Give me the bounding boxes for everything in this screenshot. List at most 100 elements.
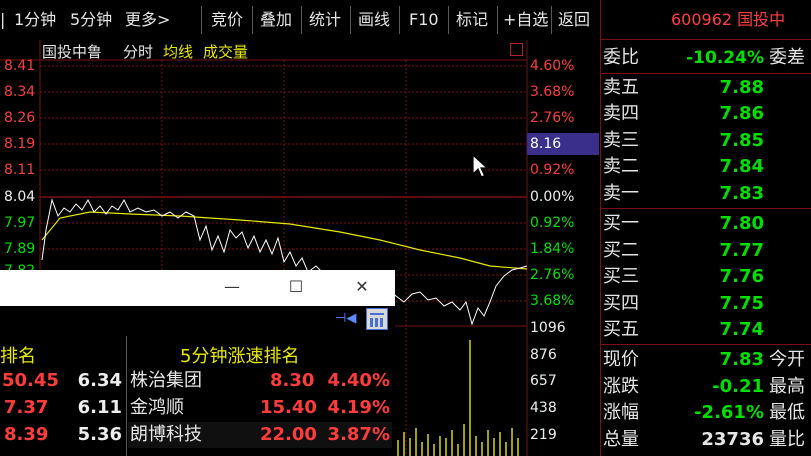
back-button[interactable]: 返回 bbox=[558, 0, 590, 40]
speed-ranking-row[interactable]: 金鸿顺 15.40 4.19% bbox=[128, 395, 392, 421]
row-pct: 6.34 bbox=[77, 370, 122, 391]
toolbar-divider bbox=[301, 6, 302, 34]
volume-label: 876 bbox=[530, 347, 557, 363]
bid-label: 买五 bbox=[603, 319, 639, 340]
close-button[interactable]: ✕ bbox=[342, 270, 382, 306]
stat-label: 涨幅 bbox=[603, 402, 639, 423]
order-ratio-value: -10.24% bbox=[686, 48, 764, 68]
bid-label: 买三 bbox=[603, 266, 639, 287]
divider bbox=[601, 208, 811, 209]
pct-label: 1.84% bbox=[530, 241, 575, 257]
speed-ranking-row[interactable]: 朗博科技 22.00 3.87% bbox=[128, 422, 392, 448]
order-ratio-label: 委比 bbox=[603, 47, 639, 68]
price-label: 8.11 bbox=[4, 162, 36, 178]
more-menu-button[interactable]: 更多> bbox=[125, 0, 170, 40]
bid-row-5: 买五 7.74 bbox=[601, 317, 811, 343]
toolbar-divider bbox=[448, 6, 449, 34]
bid-row-4: 买四 7.75 bbox=[601, 291, 811, 317]
minimize-button[interactable]: — bbox=[212, 270, 252, 306]
bid-label: 买二 bbox=[603, 240, 639, 261]
stat-value: 23736 bbox=[701, 429, 764, 450]
row-pct: 6.11 bbox=[77, 397, 122, 418]
ask-row-1: 卖一 7.83 bbox=[601, 181, 811, 207]
ask-label: 卖五 bbox=[603, 77, 639, 98]
ask-price: 7.88 bbox=[719, 77, 764, 98]
volume-label: 438 bbox=[530, 400, 557, 416]
window-titlebar[interactable]: — ☐ ✕ bbox=[0, 270, 395, 306]
bid-price: 7.75 bbox=[719, 293, 764, 314]
price-label: 8.26 bbox=[4, 110, 36, 126]
pct-label: 2.76% bbox=[530, 110, 575, 126]
row-stock-name: 朗博科技 bbox=[130, 424, 202, 445]
volume-label: 219 bbox=[530, 427, 557, 443]
speed-ranking-row[interactable]: 株治集团 8.30 4.40% bbox=[128, 368, 392, 394]
add-watchlist-button[interactable]: +自选 bbox=[503, 0, 548, 40]
mouse-cursor-icon bbox=[472, 154, 488, 178]
stock-code: 600962 bbox=[671, 10, 733, 29]
ask-price: 7.84 bbox=[719, 156, 764, 177]
quote-panel: 600962 国投中 委比 -10.24% 委差 卖五 7.88 卖四 7.86… bbox=[600, 0, 811, 456]
bid-price: 7.77 bbox=[719, 240, 764, 261]
pct-label: 0.92% bbox=[530, 162, 575, 178]
ranking-window[interactable]: — ☐ ✕ ⊣◀ 排名 5分钟涨速排名 50.45 6.34 7.37 6.11… bbox=[0, 270, 395, 456]
row-price: 22.00 bbox=[260, 424, 317, 445]
maximize-button[interactable]: ☐ bbox=[276, 270, 316, 306]
statistics-button[interactable]: 统计 bbox=[309, 0, 341, 40]
chart-mode-label: 分时 bbox=[123, 43, 154, 61]
pct-label: 3.68% bbox=[530, 84, 575, 100]
stat-row-price: 现价 7.83 今开 bbox=[601, 347, 811, 373]
column-divider bbox=[126, 336, 127, 456]
price-label: 7.97 bbox=[4, 215, 36, 231]
order-diff-label: 委差 bbox=[769, 47, 805, 68]
toolbar-divider bbox=[350, 6, 351, 34]
row-price: 8.30 bbox=[270, 370, 315, 391]
legend-avg-line: 均线 bbox=[163, 43, 194, 61]
ask-label: 卖二 bbox=[603, 156, 639, 177]
draw-line-button[interactable]: 画线 bbox=[358, 0, 390, 40]
auction-button[interactable]: 竞价 bbox=[211, 0, 243, 40]
price-label: 8.41 bbox=[4, 58, 36, 74]
row-price: 7.37 bbox=[4, 397, 49, 418]
left-ranking-row[interactable]: 7.37 6.11 bbox=[0, 395, 126, 421]
pct-label-base: 0.00% bbox=[530, 189, 575, 205]
calculator-icon[interactable] bbox=[366, 308, 388, 330]
toolbar-divider bbox=[551, 6, 552, 34]
tab-5-minute[interactable]: 5分钟 bbox=[70, 0, 112, 40]
ask-row-4: 卖四 7.86 bbox=[601, 101, 811, 127]
row-pct: 5.36 bbox=[77, 424, 122, 445]
toolbar-divider bbox=[399, 6, 400, 34]
toolbar-edge-marker: | bbox=[0, 10, 6, 29]
mark-button[interactable]: 标记 bbox=[456, 0, 488, 40]
volume-label: 657 bbox=[530, 373, 557, 389]
overlay-button[interactable]: 叠加 bbox=[260, 0, 292, 40]
pct-label: 2.76% bbox=[530, 267, 575, 283]
bid-row-2: 买二 7.77 bbox=[601, 238, 811, 264]
pct-label: 4.60% bbox=[530, 58, 575, 74]
ask-label: 卖一 bbox=[603, 183, 639, 204]
bid-price: 7.74 bbox=[719, 319, 764, 340]
bid-price: 7.76 bbox=[719, 266, 764, 287]
row-pct: 3.87% bbox=[327, 424, 390, 445]
f10-button[interactable]: F10 bbox=[409, 0, 439, 40]
chart-expand-icon[interactable] bbox=[510, 43, 523, 56]
row-price: 8.39 bbox=[4, 424, 49, 445]
toolbar-divider bbox=[497, 6, 498, 34]
divider bbox=[601, 73, 811, 74]
cursor-price-tag: 8.16 bbox=[527, 133, 599, 155]
ask-price: 7.85 bbox=[719, 130, 764, 151]
row-stock-name: 金鸿顺 bbox=[130, 397, 184, 418]
stock-name: 国投中 bbox=[737, 10, 786, 29]
stat-row-volume: 总量 23736 量比 bbox=[601, 427, 811, 453]
left-ranking-row[interactable]: 50.45 6.34 bbox=[0, 368, 126, 394]
left-ranking-row[interactable]: 8.39 5.36 bbox=[0, 422, 126, 448]
top-toolbar: | 1分钟 5分钟 更多> 竞价 叠加 统计 画线 F10 标记 +自选 返回 bbox=[0, 0, 600, 40]
stat-row-change: 涨跌 -0.21 最高 bbox=[601, 374, 811, 400]
row-price: 50.45 bbox=[2, 370, 59, 391]
price-label-base: 8.04 bbox=[4, 189, 36, 205]
pct-label: 3.68% bbox=[530, 293, 575, 309]
stat-label: 现价 bbox=[603, 349, 639, 370]
pin-icon[interactable]: ⊣◀ bbox=[335, 312, 356, 326]
tab-1-minute[interactable]: 1分钟 bbox=[14, 0, 56, 40]
stat-value: -2.61% bbox=[694, 402, 764, 423]
price-label: 7.89 bbox=[4, 241, 36, 257]
